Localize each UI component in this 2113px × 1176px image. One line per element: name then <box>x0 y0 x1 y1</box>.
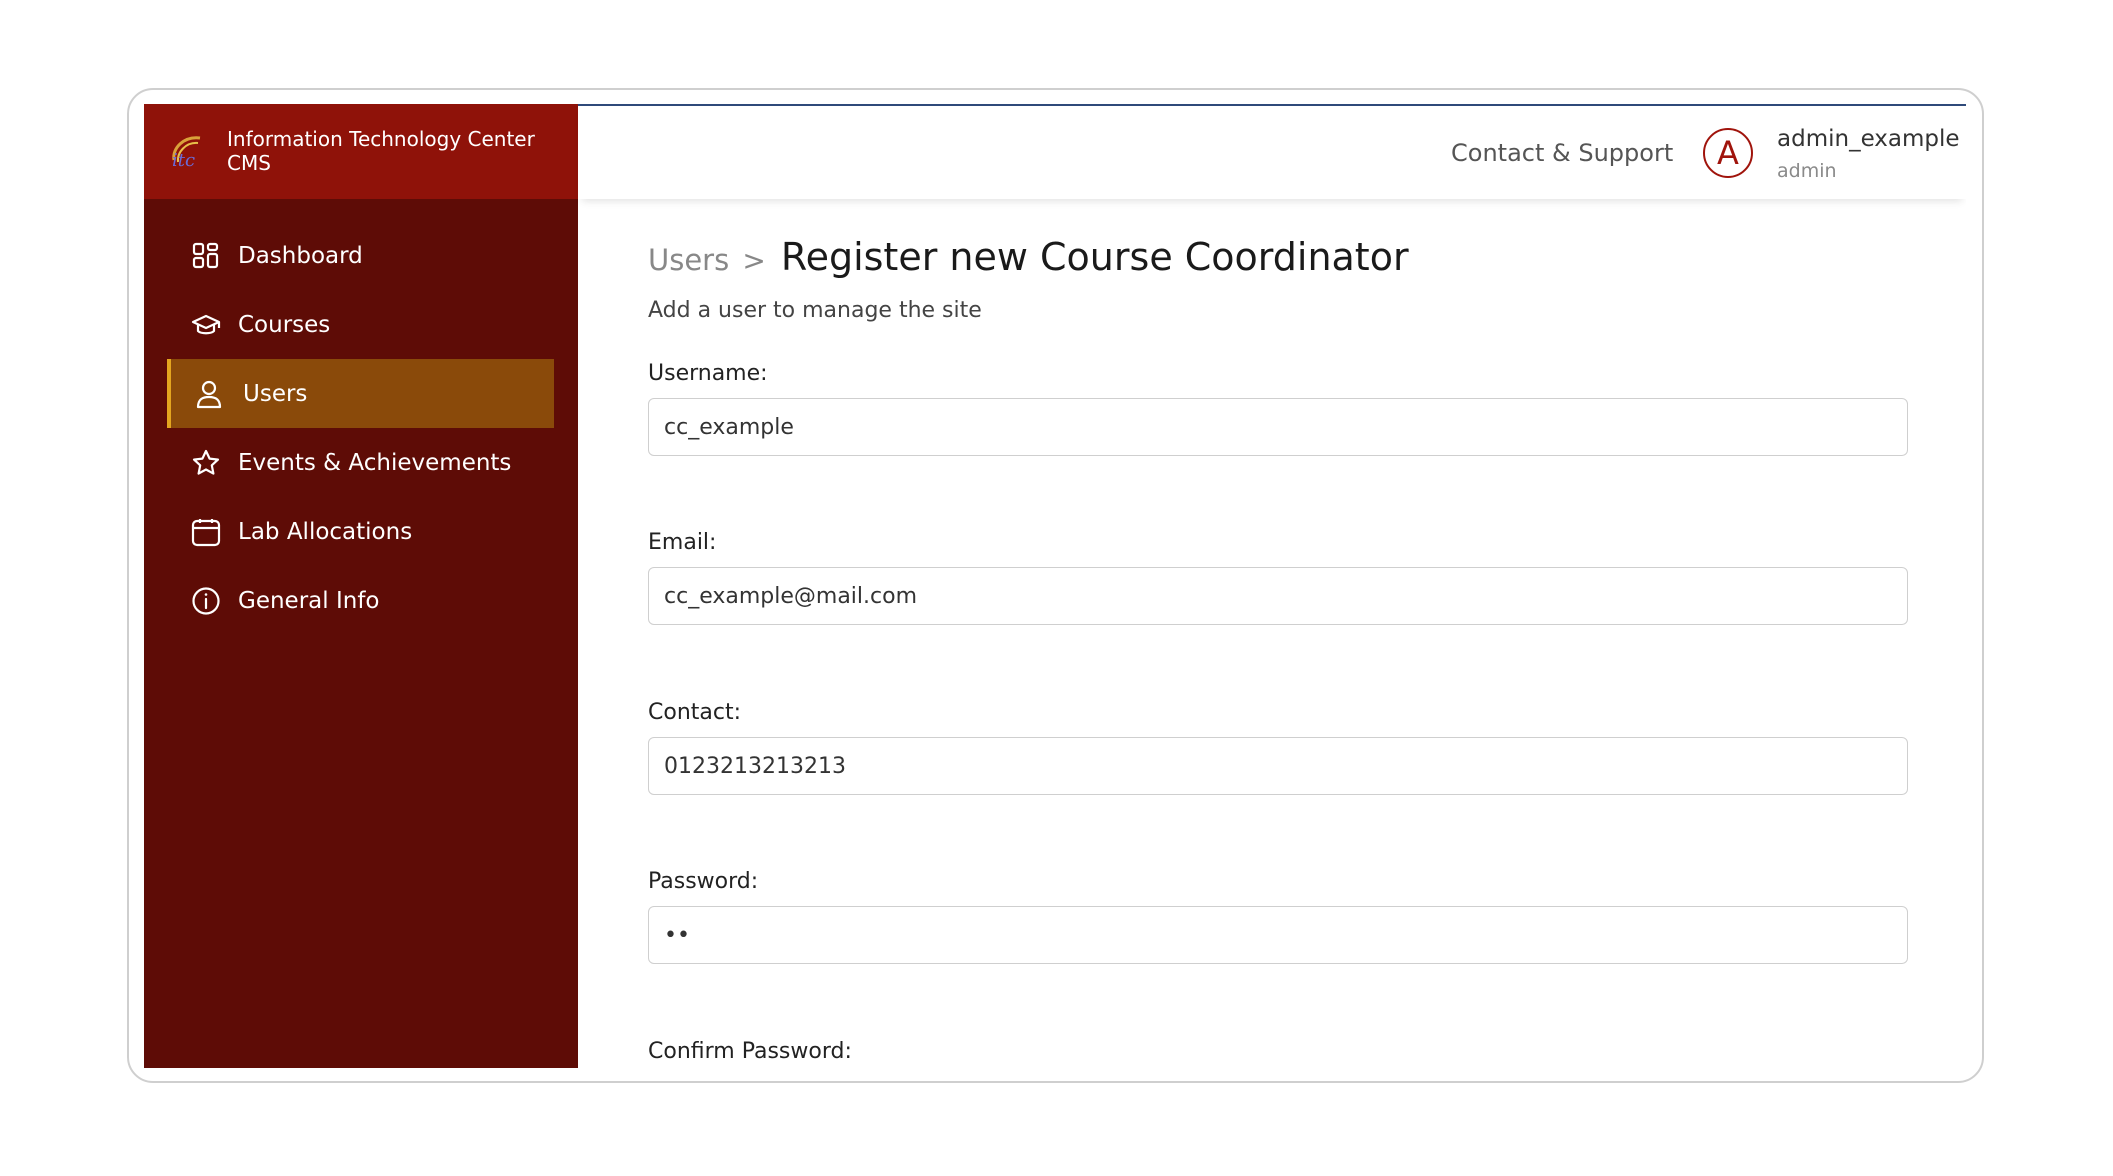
sidebar-item-events-achievements[interactable]: Events & Achievements <box>167 428 554 497</box>
page-title: Register new Course Coordinator <box>780 235 1409 279</box>
user-icon <box>193 378 225 410</box>
breadcrumb-separator: > <box>742 244 766 277</box>
sidebar-item-label: Lab Allocations <box>238 518 413 545</box>
sidebar-item-general-info[interactable]: General Info <box>167 566 554 635</box>
breadcrumb-users-link[interactable]: Users <box>648 243 729 277</box>
confirm-password-label: Confirm Password: <box>648 1039 852 1064</box>
sidebar-item-dashboard[interactable]: Dashboard <box>167 221 554 290</box>
info-icon <box>190 585 222 617</box>
itc-logo-icon: itc <box>172 136 201 171</box>
sidebar: itc Information Technology Center CMS Da… <box>144 104 578 1068</box>
sidebar-item-lab-allocations[interactable]: Lab Allocations <box>167 497 554 566</box>
brand-header: itc Information Technology Center CMS <box>144 104 578 199</box>
email-field[interactable] <box>648 567 1908 625</box>
username-label: Username: <box>648 361 768 386</box>
sidebar-item-users[interactable]: Users <box>167 359 554 428</box>
user-name: admin_example <box>1777 126 1960 152</box>
app-window: itc Information Technology Center CMS Da… <box>144 104 1966 1068</box>
graduation-cap-icon <box>190 309 222 341</box>
brand-title: Information Technology Center CMS <box>227 127 535 175</box>
main-content: Users > Register new Course Coordinator … <box>648 199 1948 1068</box>
contact-field[interactable] <box>648 737 1908 795</box>
password-field[interactable] <box>648 906 1908 964</box>
sidebar-item-label: Users <box>243 380 308 407</box>
dashboard-grid-icon <box>190 240 222 272</box>
email-label: Email: <box>648 530 717 555</box>
svg-text:itc: itc <box>172 150 195 171</box>
calendar-icon <box>190 516 222 548</box>
contact-support-link[interactable]: Contact & Support <box>1451 139 1673 167</box>
breadcrumb: Users > Register new Course Coordinator <box>648 235 1409 279</box>
password-label: Password: <box>648 869 759 894</box>
username-field[interactable] <box>648 398 1908 456</box>
avatar[interactable]: A <box>1703 128 1753 178</box>
sidebar-item-courses[interactable]: Courses <box>167 290 554 359</box>
page-subtitle: Add a user to manage the site <box>648 298 982 323</box>
sidebar-item-label: Events & Achievements <box>238 449 512 476</box>
user-role: admin <box>1777 160 1837 182</box>
star-icon <box>190 447 222 479</box>
top-bar: Contact & Support A admin_example admin <box>578 104 1966 199</box>
sidebar-item-label: Dashboard <box>238 242 363 269</box>
contact-label: Contact: <box>648 700 742 725</box>
sidebar-item-label: Courses <box>238 311 331 338</box>
sidebar-item-label: General Info <box>238 587 380 614</box>
